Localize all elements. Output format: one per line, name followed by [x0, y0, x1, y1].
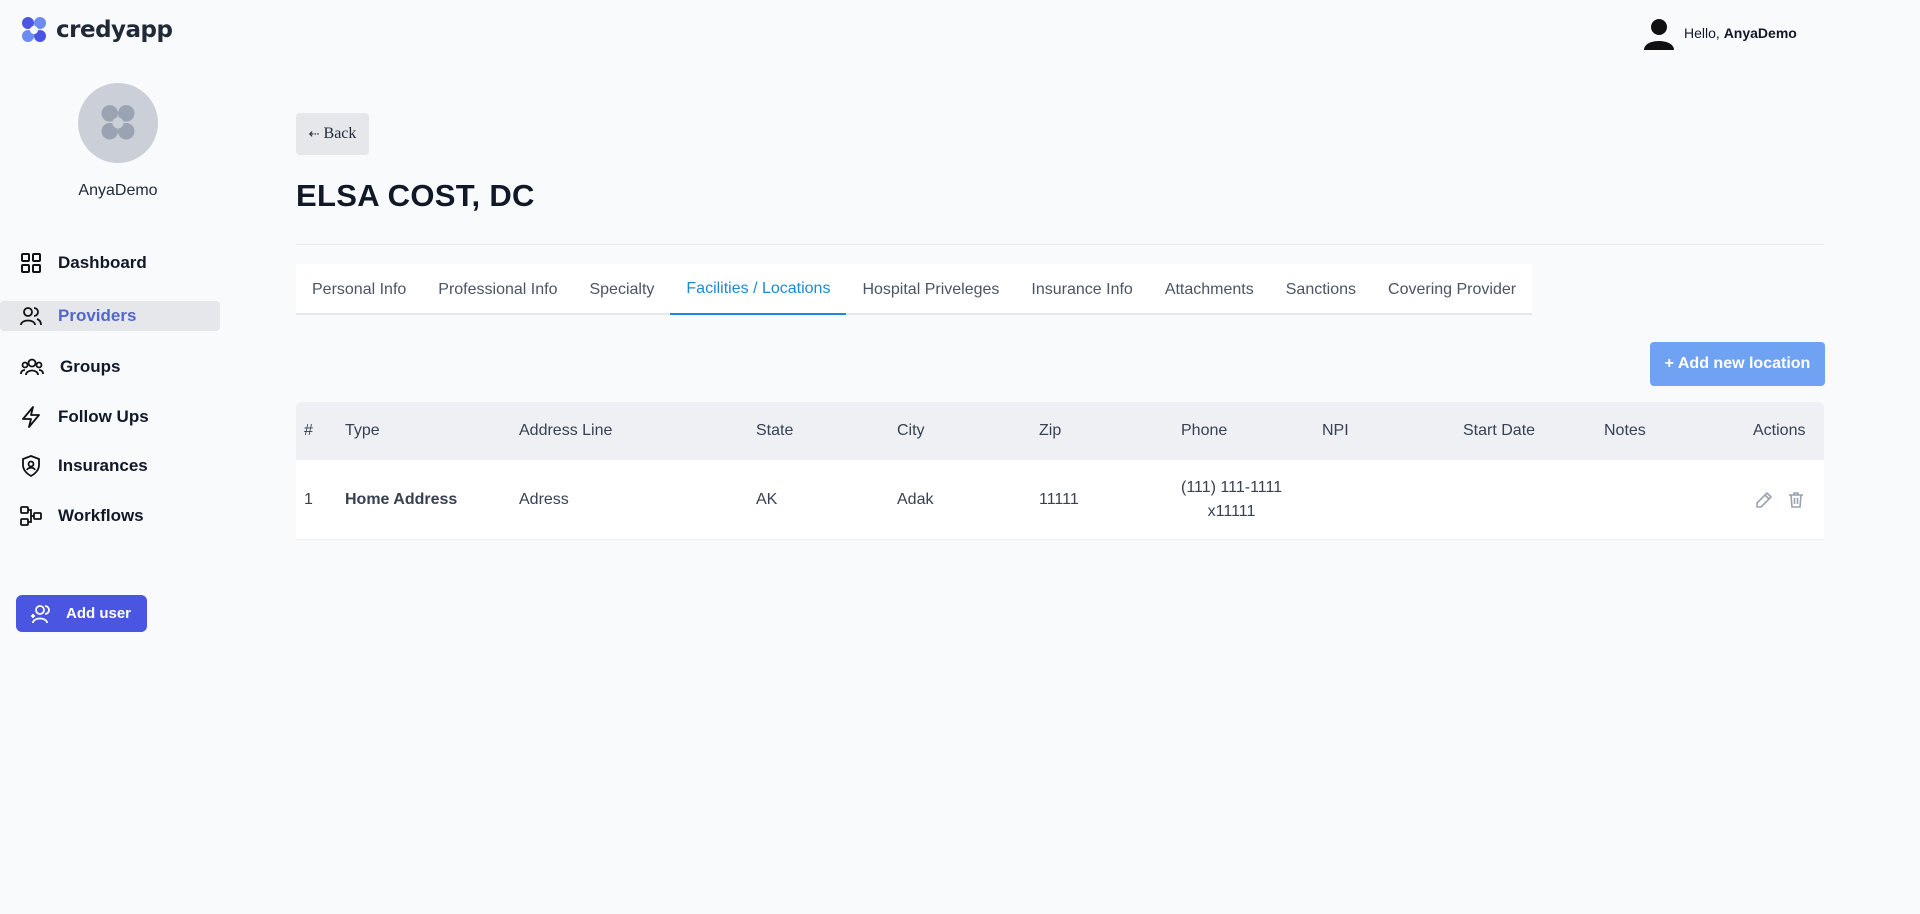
sidebar-item-dashboard[interactable]: Dashboard — [0, 248, 220, 278]
sidebar-item-insurances[interactable]: Insurances — [0, 451, 220, 481]
profile-name: AnyaDemo — [78, 182, 158, 199]
table-row: 1 Home Address Adress AK Adak 11111 (111… — [296, 460, 1824, 540]
cell-address: Adress — [519, 490, 569, 508]
cell-city: Adak — [897, 490, 934, 508]
user-avatar-icon — [1644, 19, 1674, 50]
tab-hospital-priveleges[interactable]: Hospital Priveleges — [846, 264, 1015, 315]
grid-icon — [21, 253, 41, 273]
sidebar-item-providers[interactable]: Providers — [0, 301, 220, 331]
header-notes: Notes — [1604, 422, 1646, 439]
header-zip: Zip — [1039, 422, 1062, 439]
header-npi: NPI — [1322, 422, 1349, 439]
back-arrow-icon: ⇠ — [308, 126, 320, 141]
avatar-logo-icon — [101, 105, 135, 140]
shield-icon — [22, 455, 40, 477]
tab-personal-info[interactable]: Personal Info — [296, 264, 422, 315]
tab-sanctions[interactable]: Sanctions — [1270, 264, 1372, 315]
back-label: Back — [323, 125, 357, 142]
header-phone: Phone — [1181, 422, 1228, 439]
page-title: ELSA COST, DC — [296, 178, 535, 213]
header-address-line: Address Line — [519, 422, 613, 439]
header-user-name: AnyaDemo — [1723, 25, 1797, 41]
greeting-text: Hello, AnyaDemo — [1684, 25, 1797, 41]
cell-type: Home Address — [345, 490, 458, 508]
tab-specialty[interactable]: Specialty — [573, 264, 670, 315]
group-icon — [20, 358, 44, 376]
header-start-date: Start Date — [1463, 422, 1536, 439]
table-header: # Type Address Line State City Zip Phone… — [296, 402, 1824, 460]
add-new-location-button[interactable]: + Add new location — [1650, 342, 1825, 386]
sidebar-item-follow-ups[interactable]: Follow Ups — [0, 402, 220, 432]
sidebar-item-groups[interactable]: Groups — [0, 352, 220, 382]
cell-actions — [1755, 460, 1805, 539]
header-number: # — [304, 422, 313, 439]
back-button[interactable]: ⇠ Back — [296, 113, 369, 155]
tab-insurance-info[interactable]: Insurance Info — [1015, 264, 1148, 315]
header-actions: Actions — [1753, 422, 1806, 439]
phone-number: (111) 111-1111 — [1181, 478, 1283, 496]
add-user-button[interactable]: Add user — [16, 595, 147, 632]
cell-state: AK — [756, 490, 778, 508]
sidebar-item-label: Providers — [58, 306, 137, 325]
tab-covering-provider[interactable]: Covering Provider — [1372, 264, 1532, 315]
profile-avatar — [78, 83, 158, 163]
sidebar: AnyaDemo Dashboard Providers Groups Foll… — [0, 0, 230, 914]
lightning-icon — [22, 406, 40, 428]
header-state: State — [756, 422, 794, 439]
tab-attachments[interactable]: Attachments — [1149, 264, 1270, 315]
delete-icon[interactable] — [1787, 491, 1805, 509]
sidebar-item-label: Insurances — [58, 456, 148, 475]
divider — [296, 244, 1824, 245]
sidebar-item-label: Workflows — [58, 506, 144, 525]
sidebar-item-workflows[interactable]: Workflows — [0, 501, 220, 531]
locations-table: # Type Address Line State City Zip Phone… — [296, 402, 1824, 540]
add-user-label: Add user — [66, 605, 132, 622]
header-city: City — [897, 422, 925, 439]
tab-professional-info[interactable]: Professional Info — [422, 264, 573, 315]
sidebar-item-label: Groups — [60, 357, 121, 376]
phone-extension: x11111 — [1207, 502, 1256, 520]
user-menu[interactable]: Hello, AnyaDemo — [1642, 16, 1797, 50]
tab-facilities-locations[interactable]: Facilities / Locations — [670, 264, 847, 315]
sidebar-item-label: Dashboard — [58, 253, 147, 272]
cell-zip: 11111 — [1039, 490, 1079, 508]
edit-icon[interactable] — [1755, 491, 1773, 509]
add-user-icon — [31, 604, 50, 623]
cell-number: 1 — [304, 490, 313, 508]
tab-bar: Personal Info Professional Info Specialt… — [296, 264, 1533, 315]
workflow-icon — [20, 506, 42, 526]
header-type: Type — [345, 422, 380, 439]
sidebar-item-label: Follow Ups — [58, 407, 149, 426]
cell-phone: (111) 111-1111 x11111 — [1181, 460, 1282, 539]
users-icon — [20, 307, 42, 326]
